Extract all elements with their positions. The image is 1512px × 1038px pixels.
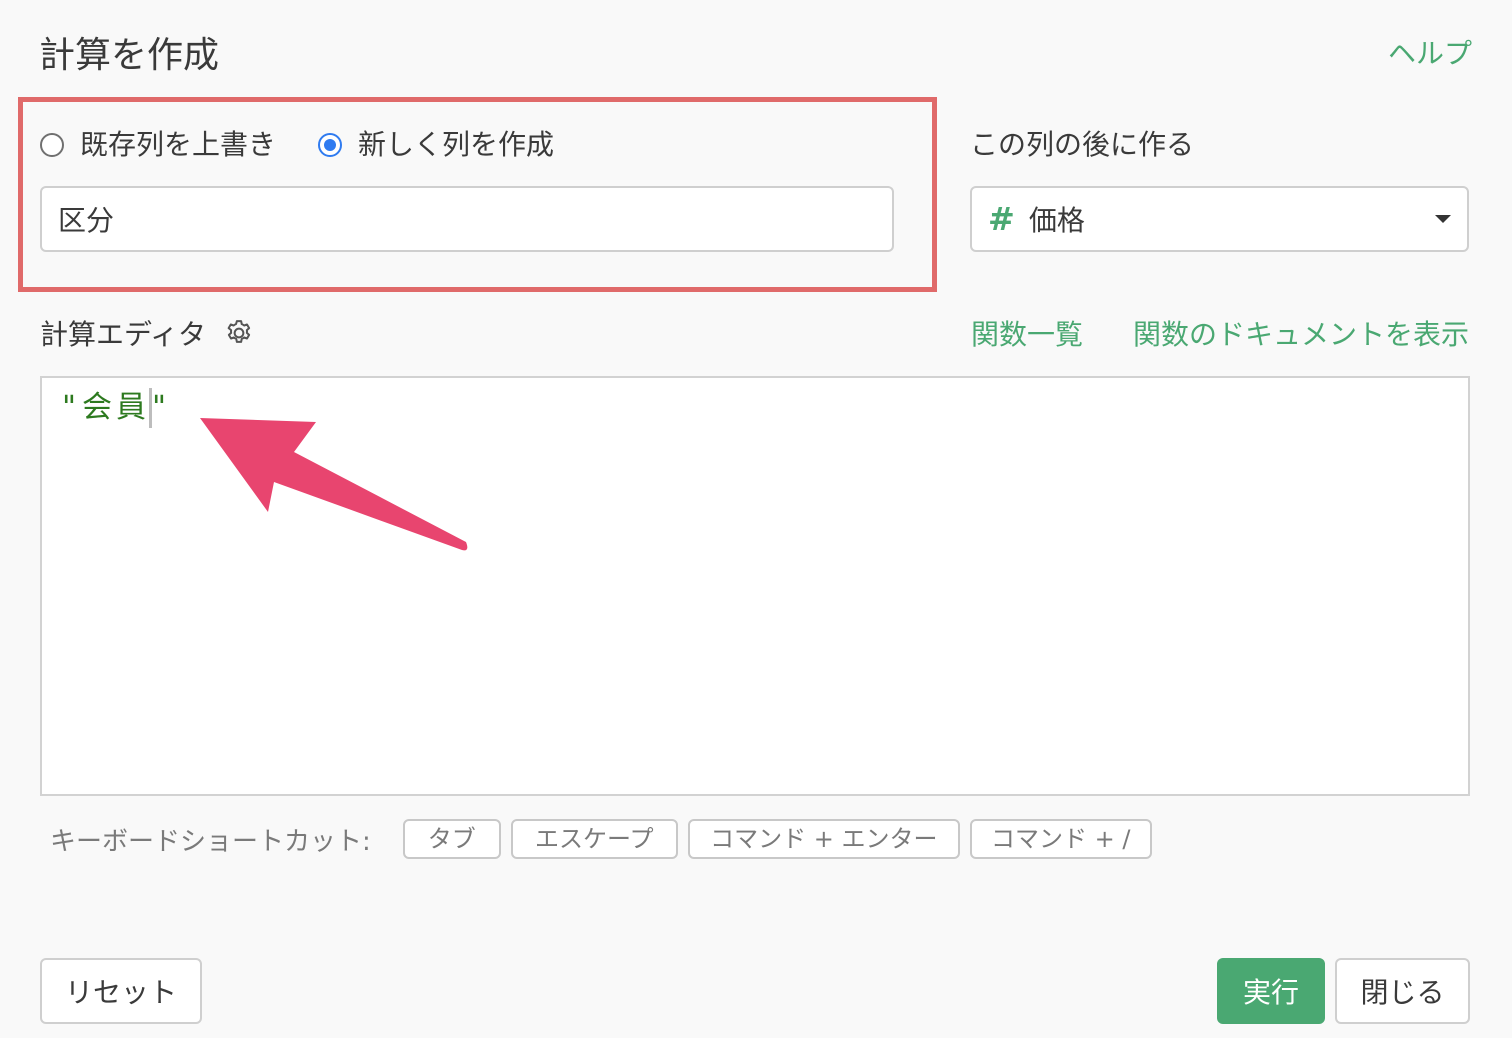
function-docs-link[interactable]: 関数のドキュメントを表示 <box>1133 313 1469 353</box>
keyboard-shortcuts: キーボードショートカット: タブ エスケープ コマンド + エンター コマンド … <box>50 817 1162 861</box>
help-link[interactable]: ヘルプ <box>1388 36 1472 72</box>
radio-label-overwrite: 既存列を上書き <box>80 128 277 161</box>
shortcut-key-escape: エスケープ <box>510 819 678 859</box>
radio-overwrite-existing[interactable]: 既存列を上書き <box>40 127 276 163</box>
selected-column-value: 価格 <box>1028 204 1085 237</box>
run-button[interactable]: 実行 <box>1217 958 1325 1024</box>
editor-header: 計算エディタ <box>40 314 254 352</box>
calculation-editor[interactable]: "会員" <box>40 376 1470 796</box>
function-links: 関数一覧 関数のドキュメントを表示 <box>921 314 1469 352</box>
shortcut-key-command-enter: コマンド + エンター <box>687 819 960 859</box>
mode-radio-group: 既存列を上書き 新しく列を作成 <box>40 126 596 164</box>
radio-label-create-new: 新しく列を作成 <box>358 128 555 161</box>
after-column-select[interactable]: # 価格 <box>970 186 1469 252</box>
reset-button[interactable]: リセット <box>40 958 202 1024</box>
shortcut-label: キーボードショートカット: <box>50 826 371 857</box>
position-label: この列の後に作る <box>970 128 1195 161</box>
radio-button-unchecked[interactable] <box>40 133 64 157</box>
close-button[interactable]: 閉じる <box>1335 958 1470 1024</box>
number-hash-icon: # <box>988 200 1015 238</box>
radio-create-new[interactable]: 新しく列を作成 <box>318 127 554 163</box>
caret-down-icon <box>1435 215 1451 223</box>
gear-icon[interactable] <box>224 318 254 348</box>
radio-button-checked[interactable] <box>318 133 343 157</box>
shortcut-key-tab: タブ <box>402 819 501 859</box>
function-list-link[interactable]: 関数一覧 <box>971 313 1083 353</box>
editor-code-text: "会員" <box>60 390 173 425</box>
new-column-name-input[interactable] <box>40 186 894 252</box>
dialog-title: 計算を作成 <box>39 35 220 76</box>
editor-label: 計算エディタ <box>40 318 207 351</box>
shortcut-key-command-slash: コマンド + / <box>969 819 1152 859</box>
text-cursor <box>149 388 152 428</box>
